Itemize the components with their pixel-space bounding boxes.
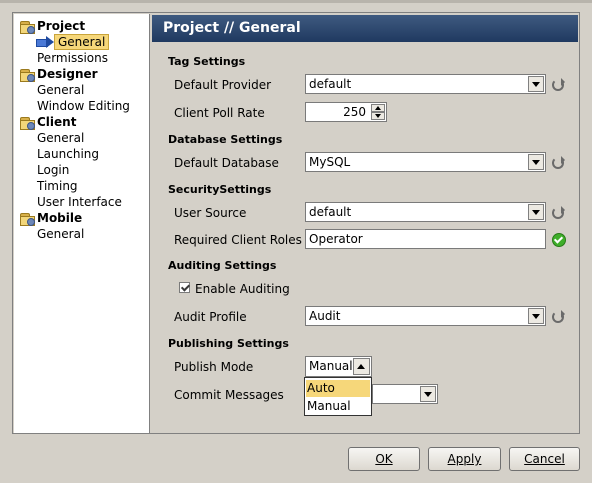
refresh-icon[interactable] [552, 206, 565, 219]
enable-auditing-checkbox[interactable] [179, 282, 190, 293]
apply-button-label: Apply [447, 452, 482, 466]
tree-group-project[interactable]: Project [37, 18, 85, 34]
folder-gear-icon [20, 116, 35, 130]
dropdown-arrow-icon[interactable] [528, 154, 544, 170]
default-database-label: Default Database [174, 156, 279, 170]
tree-item-client-timing[interactable]: Timing [37, 178, 78, 194]
blue-arrow-icon [36, 36, 54, 48]
refresh-icon[interactable] [552, 156, 565, 169]
window-top-edge [0, 0, 592, 3]
default-database-dropdown[interactable]: MySQL [305, 152, 546, 172]
dropdown-up-arrow-icon[interactable] [353, 358, 370, 375]
client-poll-rate-spinner[interactable]: 250 [305, 102, 387, 122]
folder-gear-icon [20, 68, 35, 82]
audit-profile-value: Audit [309, 309, 341, 323]
audit-profile-dropdown[interactable]: Audit [305, 306, 546, 326]
default-provider-dropdown[interactable]: default [305, 74, 546, 94]
dropdown-arrow-icon[interactable] [528, 204, 544, 220]
tree-item-client-launching[interactable]: Launching [37, 146, 99, 162]
folder-gear-icon [20, 212, 35, 226]
default-provider-value: default [309, 77, 352, 91]
dropdown-arrow-icon[interactable] [420, 386, 436, 402]
dropdown-arrow-icon[interactable] [528, 76, 544, 92]
tree-item-project-general[interactable]: General [54, 34, 110, 50]
tree-group-mobile[interactable]: Mobile [37, 210, 82, 226]
tree-item-client-user-interface[interactable]: User Interface [37, 194, 122, 210]
publish-mode-dropdown[interactable]: Manual [305, 356, 372, 377]
commit-messages-label: Commit Messages [174, 388, 284, 402]
cancel-button-label: Cancel [524, 452, 565, 466]
tree-item-designer-general[interactable]: General [37, 82, 84, 98]
spinner-down-icon[interactable] [371, 112, 385, 120]
refresh-icon[interactable] [552, 310, 565, 323]
tree-item-client-login[interactable]: Login [37, 162, 69, 178]
publish-mode-popup: Auto Manual [304, 377, 372, 416]
cancel-button[interactable]: Cancel [509, 447, 580, 471]
tree-item-label: General [54, 34, 110, 50]
user-source-label: User Source [174, 206, 247, 220]
section-publishing-settings: Publishing Settings [168, 337, 289, 350]
required-client-roles-field[interactable]: Operator [305, 229, 546, 249]
user-source-dropdown[interactable]: default [305, 202, 546, 222]
folder-gear-icon [20, 20, 35, 34]
user-source-value: default [309, 205, 352, 219]
option-manual[interactable]: Manual [306, 398, 370, 415]
tree-group-client[interactable]: Client [37, 114, 76, 130]
publish-mode-value: Manual [309, 359, 353, 373]
client-poll-rate-value: 250 [343, 105, 366, 119]
section-security-settings: SecuritySettings [168, 183, 272, 196]
enable-auditing-label[interactable]: Enable Auditing [195, 282, 290, 296]
default-provider-label: Default Provider [174, 78, 272, 92]
settings-tree: Project General Permissions Designer Gen… [14, 14, 150, 433]
audit-profile-label: Audit Profile [174, 310, 247, 324]
default-database-value: MySQL [309, 155, 351, 169]
section-database-settings: Database Settings [168, 133, 283, 146]
commit-messages-dropdown[interactable] [372, 384, 438, 404]
tree-item-project-permissions[interactable]: Permissions [37, 50, 108, 66]
dropdown-arrow-icon[interactable] [528, 308, 544, 324]
tree-item-client-general[interactable]: General [37, 130, 84, 146]
tree-group-designer[interactable]: Designer [37, 66, 98, 82]
ok-button-label: OK [375, 452, 393, 466]
option-auto[interactable]: Auto [306, 380, 370, 397]
tree-item-mobile-general[interactable]: General [37, 226, 84, 242]
apply-button[interactable]: Apply [428, 447, 501, 471]
page-title: Project // General [152, 15, 578, 42]
section-auditing-settings: Auditing Settings [168, 259, 277, 272]
client-poll-rate-label: Client Poll Rate [174, 106, 265, 120]
check-circle-icon [552, 233, 566, 247]
section-tag-settings: Tag Settings [168, 55, 246, 68]
refresh-icon[interactable] [552, 78, 565, 91]
spinner-up-icon[interactable] [371, 104, 385, 112]
ok-button[interactable]: OK [348, 447, 420, 471]
publish-mode-label: Publish Mode [174, 360, 254, 374]
tree-item-designer-window-editing[interactable]: Window Editing [37, 98, 130, 114]
required-client-roles-label: Required Client Roles [174, 233, 302, 247]
